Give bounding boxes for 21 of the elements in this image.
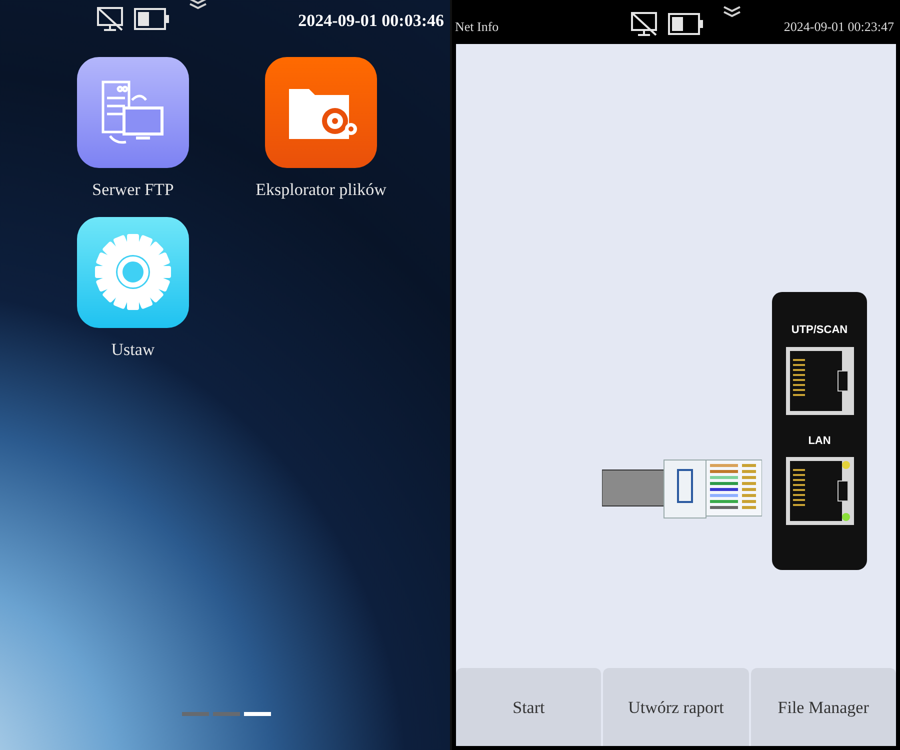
app-title: Net Info xyxy=(455,18,499,36)
no-display-icon xyxy=(96,6,124,32)
chevron-icon[interactable] xyxy=(722,4,742,18)
chevron-icon[interactable] xyxy=(188,0,208,10)
port-label: UTP/SCAN xyxy=(791,323,848,338)
port-label: LAN xyxy=(808,434,831,448)
app-label: Eksplorator plików xyxy=(256,179,386,201)
battery-icon xyxy=(134,8,170,30)
battery-icon xyxy=(668,13,704,35)
clock-time: 2024-09-01 00:23:47 xyxy=(784,18,894,36)
no-display-icon xyxy=(630,11,658,37)
clock-time: 2024-09-01 00:03:46 xyxy=(298,10,444,32)
app-label: Ustaw xyxy=(111,338,155,360)
gear-icon xyxy=(93,232,173,312)
app-icon[interactable] xyxy=(77,57,189,168)
app-label: Serwer FTP xyxy=(92,179,174,201)
app-icon[interactable] xyxy=(265,57,377,168)
app-icon[interactable] xyxy=(77,216,189,328)
toolbar-button[interactable]: File Manager xyxy=(750,668,896,746)
toolbar-button[interactable]: Utwórz raport xyxy=(603,668,749,746)
toolbar-button[interactable]: Start xyxy=(456,668,602,746)
